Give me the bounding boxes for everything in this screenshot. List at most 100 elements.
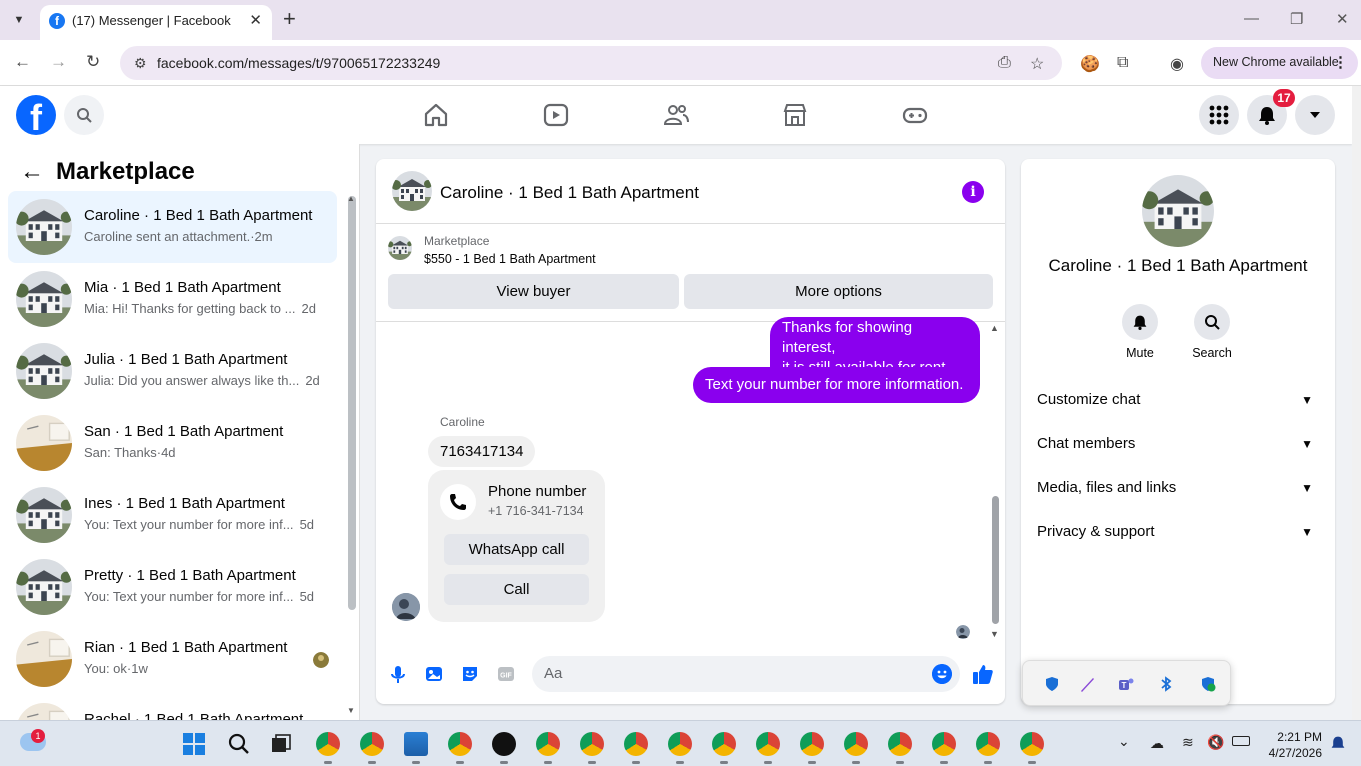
install-app-icon[interactable]: ⎙ xyxy=(998,54,1011,72)
bookmark-star-icon[interactable]: ☆ xyxy=(1030,54,1044,74)
conversation-item[interactable]: Caroline · 1 Bed 1 Bath Apartment Carolin… xyxy=(8,191,337,263)
wifi-icon[interactable]: ≋ xyxy=(1182,734,1194,751)
task-view-icon[interactable] xyxy=(270,733,292,755)
windows-start-icon[interactable] xyxy=(183,733,205,755)
chat-scrollbar[interactable] xyxy=(992,496,999,624)
chrome-profile-icon[interactable] xyxy=(360,732,384,756)
view-buyer-button[interactable]: View buyer xyxy=(388,274,679,309)
chat-members-row[interactable]: Chat members ▼ xyxy=(1037,422,1319,466)
chrome-profile-icon[interactable] xyxy=(932,732,956,756)
search-action[interactable]: Search xyxy=(1182,304,1242,360)
search-button[interactable] xyxy=(64,95,104,135)
listing-title[interactable]: $550 - 1 Bed 1 Bath Apartment xyxy=(424,252,596,266)
friends-icon[interactable] xyxy=(662,101,690,129)
defender-shield-icon[interactable] xyxy=(1043,675,1061,693)
sender-avatar[interactable] xyxy=(392,593,420,621)
chrome-profile-icon[interactable] xyxy=(448,732,472,756)
sidebar-scrollbar[interactable] xyxy=(348,196,356,610)
chrome-profile-icon[interactable] xyxy=(1020,732,1044,756)
bluetooth-icon[interactable] xyxy=(1157,675,1175,693)
chrome-profile-icon[interactable] xyxy=(976,732,1000,756)
reload-icon[interactable]: ↻ xyxy=(86,52,100,72)
notepad-icon[interactable] xyxy=(404,732,428,756)
mute-action[interactable]: Mute xyxy=(1110,304,1170,360)
whatsapp-call-button[interactable]: WhatsApp call xyxy=(444,534,589,565)
chrome-profile-icon[interactable] xyxy=(844,732,868,756)
account-button[interactable] xyxy=(1295,95,1335,135)
profile-avatar[interactable] xyxy=(1142,175,1214,247)
chrome-profile-icon[interactable] xyxy=(800,732,824,756)
conversation-item[interactable]: Rian · 1 Bed 1 Bath Apartment You: ok·1w xyxy=(8,623,337,695)
conversation-item[interactable]: Mia · 1 Bed 1 Bath Apartment Mia: Hi! Tha… xyxy=(8,263,337,335)
incoming-message[interactable]: 7163417134 xyxy=(428,436,536,467)
tab-close-icon[interactable]: ✕ xyxy=(249,11,262,29)
conversation-item[interactable]: Pretty · 1 Bed 1 Bath Apartment You: Text… xyxy=(8,551,337,623)
system-clock[interactable]: 2:21 PM 4/27/2026 xyxy=(1262,729,1322,761)
message-input[interactable]: Aa xyxy=(532,656,960,692)
video-icon[interactable] xyxy=(542,101,570,129)
profile-icon[interactable]: ◉ xyxy=(1170,54,1184,74)
more-options-button[interactable]: More options xyxy=(684,274,993,309)
chrome-menu-icon[interactable]: ⋮ xyxy=(1333,53,1348,71)
site-info-icon[interactable]: ⚙ xyxy=(134,55,147,72)
conversation-item[interactable]: Rachel · 1 Bed 1 Bath Apartment xyxy=(8,695,337,720)
minimize-icon[interactable]: — xyxy=(1244,10,1259,27)
notification-bell-icon[interactable] xyxy=(1330,735,1346,751)
restore-icon[interactable]: ❐ xyxy=(1290,10,1303,28)
chrome-profile-icon[interactable] xyxy=(580,732,604,756)
scroll-down-icon[interactable]: ▼ xyxy=(347,706,355,715)
info-icon[interactable]: i xyxy=(962,181,984,203)
scroll-up-icon[interactable]: ▲ xyxy=(347,194,355,203)
gif-icon[interactable]: GIF xyxy=(496,664,516,684)
home-icon[interactable] xyxy=(422,101,450,129)
thumbs-up-icon[interactable] xyxy=(972,663,994,685)
gaming-icon[interactable] xyxy=(901,101,929,129)
conversation-item[interactable]: Ines · 1 Bed 1 Bath Apartment You: Text y… xyxy=(8,479,337,551)
pen-icon[interactable] xyxy=(1079,675,1097,693)
taskbar-search-icon[interactable] xyxy=(228,733,250,755)
conversation-item[interactable]: Julia · 1 Bed 1 Bath Apartment Julia: Did… xyxy=(8,335,337,407)
chat-title[interactable]: Caroline · 1 Bed 1 Bath Apartment xyxy=(440,183,699,203)
photo-icon[interactable] xyxy=(424,664,444,684)
tab-search-icon[interactable]: ▼ xyxy=(8,9,30,31)
new-tab-icon[interactable]: + xyxy=(283,7,296,31)
volume-muted-icon[interactable]: 🔇 xyxy=(1207,734,1224,751)
media-app-icon[interactable] xyxy=(492,732,516,756)
chrome-profile-icon[interactable] xyxy=(536,732,560,756)
battery-icon[interactable] xyxy=(1232,736,1250,746)
chrome-profile-icon[interactable] xyxy=(712,732,736,756)
url-text[interactable]: facebook.com/messages/t/970065172233249 xyxy=(157,55,440,71)
forward-icon[interactable]: → xyxy=(50,52,67,72)
emoji-icon[interactable] xyxy=(932,664,952,684)
marketplace-icon[interactable] xyxy=(781,101,809,129)
back-arrow-icon[interactable]: ← xyxy=(20,158,44,186)
chrome-update-button[interactable]: New Chrome available ⋮ xyxy=(1201,47,1358,79)
chat-scroll-up-icon[interactable]: ▲ xyxy=(990,323,999,333)
onedrive-icon[interactable]: ☁ xyxy=(1150,735,1164,752)
tray-chevron-icon[interactable]: ⌄ xyxy=(1118,733,1130,750)
microphone-icon[interactable] xyxy=(388,664,408,684)
extensions-puzzle-icon[interactable]: ⧉ xyxy=(1117,54,1128,72)
window-close-icon[interactable]: ✕ xyxy=(1336,10,1349,28)
chat-avatar[interactable] xyxy=(392,171,432,211)
back-icon[interactable]: ← xyxy=(14,52,31,72)
media-files-links-row[interactable]: Media, files and links ▼ xyxy=(1037,466,1319,510)
privacy-support-row[interactable]: Privacy & support ▼ xyxy=(1037,510,1319,554)
call-button[interactable]: Call xyxy=(444,574,589,605)
conversation-item[interactable]: San · 1 Bed 1 Bath Apartment San: Thanks·… xyxy=(8,407,337,479)
chrome-profile-icon[interactable] xyxy=(624,732,648,756)
browser-tab[interactable]: f (17) Messenger | Facebook ✕ xyxy=(40,5,272,40)
chrome-profile-icon[interactable] xyxy=(756,732,780,756)
page-scrollbar[interactable] xyxy=(1352,86,1361,720)
facebook-logo-icon[interactable]: f xyxy=(16,95,56,135)
outgoing-message[interactable]: Text your number for more information. xyxy=(693,367,980,403)
address-bar[interactable]: ⚙ facebook.com/messages/t/97006517223324… xyxy=(120,46,1062,80)
chrome-profile-icon[interactable] xyxy=(888,732,912,756)
chrome-profile-icon[interactable] xyxy=(668,732,692,756)
chat-scroll-down-icon[interactable]: ▼ xyxy=(990,629,999,639)
teams-icon[interactable]: T xyxy=(1117,675,1135,693)
security-check-icon[interactable] xyxy=(1199,675,1217,693)
customize-chat-row[interactable]: Customize chat ▼ xyxy=(1037,378,1319,422)
chrome-profile-icon[interactable] xyxy=(316,732,340,756)
menu-button[interactable] xyxy=(1199,95,1239,135)
